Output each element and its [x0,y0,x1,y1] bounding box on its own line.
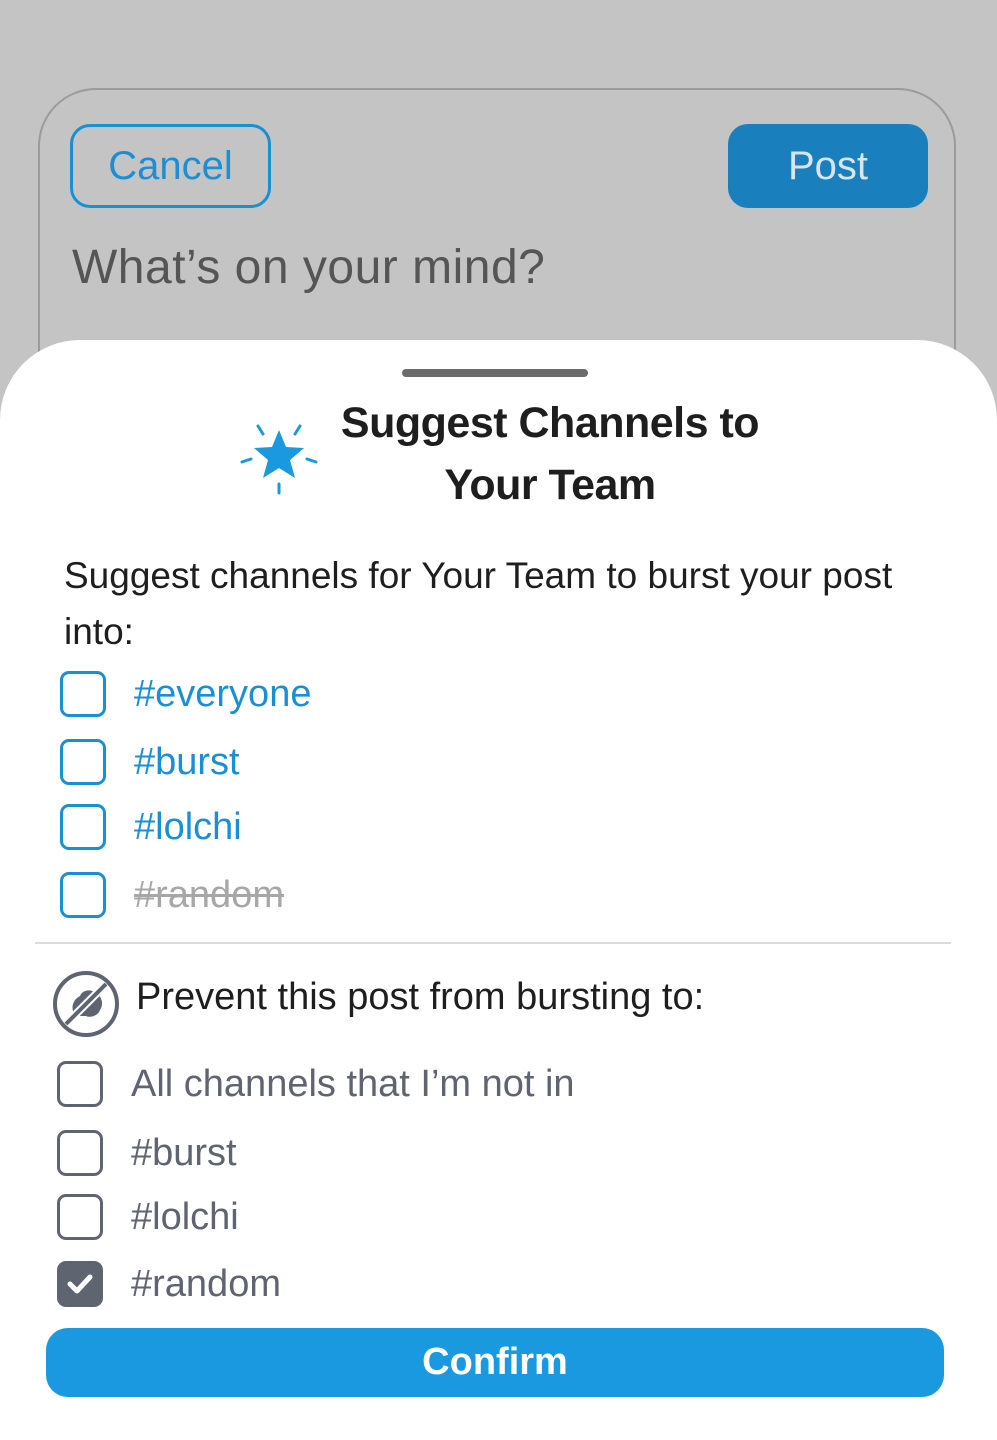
suggest-option-burst[interactable]: #burst [60,736,240,788]
sheet-drag-handle[interactable] [402,369,588,377]
suggest-description: Suggest channels for Your Team to burst … [64,555,893,652]
sheet-title: Suggest Channels to Your Team [340,399,760,509]
post-text-input[interactable]: What’s on your mind? [72,240,545,295]
checkbox[interactable] [57,1194,103,1240]
cancel-button[interactable]: Cancel [70,124,271,208]
prevent-option-lolchi[interactable]: #lolchi [57,1191,239,1243]
checkbox[interactable] [60,671,106,717]
option-label: #random [131,1262,281,1305]
suggest-option-random[interactable]: #random [60,869,284,921]
section-divider [35,942,951,944]
checkbox-checked[interactable] [57,1261,103,1307]
option-label: #lolchi [134,805,242,848]
confirm-button[interactable]: Confirm [46,1328,944,1397]
option-label: #burst [134,740,240,783]
suggest-channels-sheet: Suggest Channels to Your Team Suggest ch… [0,340,997,1440]
checkbox[interactable] [60,739,106,785]
prevent-option-random[interactable]: #random [57,1258,281,1310]
option-label: #lolchi [131,1195,239,1238]
sparkle-star-icon [240,424,318,495]
option-label: All channels that I’m not in [131,1062,575,1105]
option-label: #everyone [134,672,312,715]
checkmark-icon [67,1274,93,1294]
prevent-heading: Prevent this post from bursting to: [136,976,705,1018]
checkbox[interactable] [60,872,106,918]
checkbox[interactable] [60,804,106,850]
prevent-option-burst[interactable]: #burst [57,1127,237,1179]
option-label: #burst [131,1131,237,1174]
post-button[interactable]: Post [728,124,928,208]
checkbox[interactable] [57,1061,103,1107]
prevent-option-all-not-in[interactable]: All channels that I’m not in [57,1058,575,1110]
suggest-option-lolchi[interactable]: #lolchi [60,801,242,853]
no-burst-icon [53,971,119,1037]
checkbox[interactable] [57,1130,103,1176]
suggest-option-everyone[interactable]: #everyone [60,668,311,720]
option-label: #random [134,873,284,916]
